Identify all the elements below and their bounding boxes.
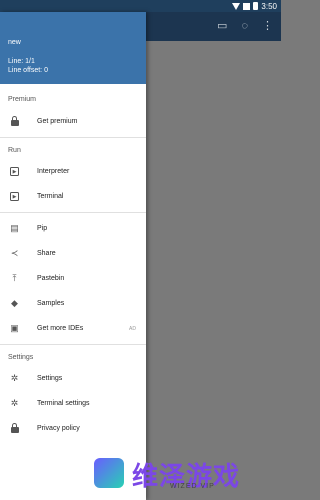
menu-item-privacy-policy[interactable]: Privacy policy — [0, 416, 146, 441]
lock-icon — [9, 116, 20, 127]
library-icon: ▤ — [10, 223, 19, 233]
divider — [0, 137, 146, 138]
divider — [0, 344, 146, 345]
watermark-logo-icon — [94, 458, 124, 488]
watermark-subtext: WIZED VIP — [170, 483, 215, 490]
status-bar: 3:50 — [0, 0, 281, 12]
menu-item-label: Privacy policy — [37, 425, 80, 432]
lock-icon — [9, 423, 20, 434]
menu-item-label: Samples — [37, 300, 65, 307]
watermark: 维泽游戏 WIZED VIP — [90, 452, 280, 500]
line-offset: Line offset: 0 — [8, 67, 48, 74]
menu-item-label: Terminal — [37, 193, 64, 200]
school-icon: ◆ — [11, 298, 18, 308]
menu-item-share[interactable]: ≺ Share — [0, 241, 146, 266]
menu-item-terminal-settings[interactable]: ✲ Terminal settings — [0, 391, 146, 416]
status-time: 3:50 — [261, 1, 277, 11]
drawer-header: new Line: 1/1 Line offset: 0 — [0, 12, 146, 84]
menu-item-pip[interactable]: ▤ Pip — [0, 216, 146, 241]
file-name: new — [8, 39, 21, 46]
divider — [0, 212, 146, 213]
section-settings-title: Settings — [8, 354, 34, 361]
menu-item-label: Get premium — [37, 118, 78, 125]
more-vert-icon[interactable]: ⋮ — [262, 21, 273, 32]
line-info: Line: 1/1 — [8, 58, 35, 65]
upload-icon: ⤒ — [12, 273, 17, 283]
menu-item-interpreter[interactable]: ▶ Interpreter — [0, 159, 146, 184]
share-icon: ≺ — [10, 248, 19, 258]
menu-item-get-more-ides[interactable]: ▣ Get more IDEs AD — [0, 316, 146, 341]
menu-item-label: Terminal settings — [37, 400, 90, 407]
wifi-icon — [232, 2, 241, 10]
terminal-settings-icon: ✲ — [10, 398, 19, 408]
gear-icon: ✲ — [10, 373, 19, 383]
battery-icon — [253, 2, 259, 10]
section-run-title: Run — [8, 147, 21, 154]
menu-item-settings[interactable]: ✲ Settings — [0, 366, 146, 391]
menu-item-get-premium[interactable]: Get premium — [0, 109, 146, 134]
folder-icon[interactable]: ▭ — [217, 21, 227, 32]
play-box-icon: ▶ — [9, 166, 20, 177]
editor-scrim[interactable] — [146, 41, 281, 500]
menu-item-label: Share — [37, 250, 56, 257]
menu-item-terminal[interactable]: ▶ Terminal — [0, 184, 146, 209]
lightbulb-icon[interactable]: ◌ — [241, 21, 248, 32]
menu-item-label: Settings — [37, 375, 63, 382]
navigation-drawer: new Line: 1/1 Line offset: 0 Premium Get… — [0, 12, 146, 500]
menu-item-label: Interpreter — [37, 168, 70, 175]
menu-item-samples[interactable]: ◆ Samples — [0, 291, 146, 316]
menu-item-label: Pip — [37, 225, 48, 232]
menu-item-label: Get more IDEs — [37, 325, 84, 332]
menu-item-label: Pastebin — [37, 275, 65, 282]
signal-icon — [243, 2, 251, 10]
section-premium-title: Premium — [8, 96, 37, 103]
ad-badge: AD — [129, 325, 136, 332]
terminal-box-icon: ▶ — [9, 191, 20, 202]
shopping-bag-icon: ▣ — [10, 323, 19, 333]
menu-item-pastebin[interactable]: ⤒ Pastebin — [0, 266, 146, 291]
